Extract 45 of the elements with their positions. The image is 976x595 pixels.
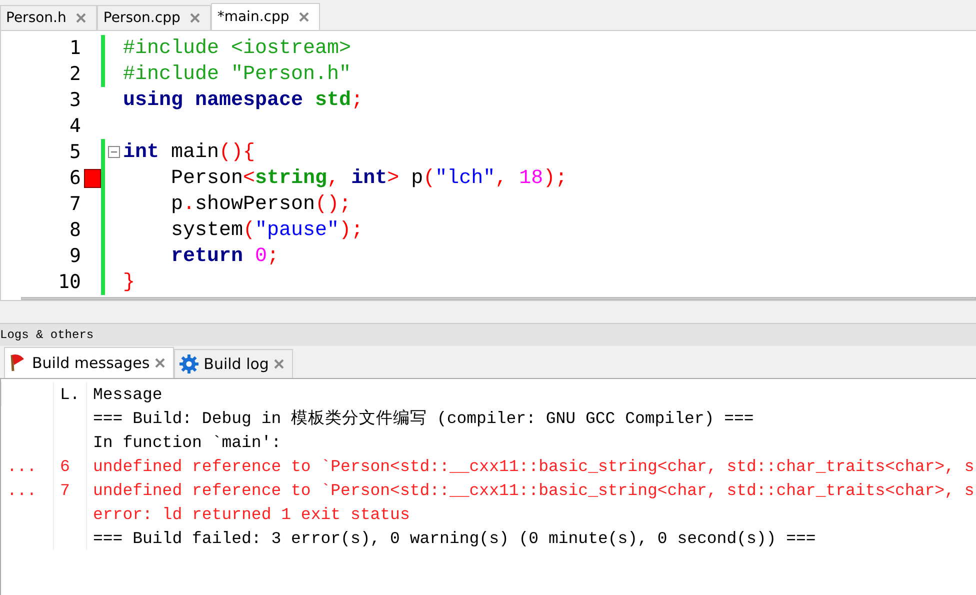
table-cell-text: ... bbox=[6, 480, 38, 502]
line-number: 8 bbox=[68, 219, 81, 241]
panel-title: Logs & others bbox=[0, 324, 976, 346]
log-message: undefined reference to `Person<std::__cxx11::basic_string<char, std::char_traits<char>, s bbox=[86, 454, 976, 478]
gear-icon bbox=[178, 354, 199, 374]
code-line: } bbox=[123, 270, 136, 294]
line-number: 3 bbox=[68, 89, 81, 111]
log-message: === Build: Debug in 模板类分文件编写 (compiler: GNU GCC Compiler) === bbox=[86, 406, 976, 430]
line-number: 1 bbox=[68, 37, 81, 59]
code-line: #include <iostream> bbox=[123, 36, 352, 60]
line-number: 6 bbox=[68, 167, 81, 189]
log-message: In function `main': bbox=[86, 430, 976, 454]
column-header: L. bbox=[53, 382, 86, 406]
column-header: Message bbox=[86, 382, 976, 406]
table-cell: 6 bbox=[53, 454, 86, 478]
table-cell: 7 bbox=[53, 478, 86, 502]
line-number: 2 bbox=[68, 63, 81, 85]
code-line: using namespace std; bbox=[123, 88, 364, 112]
close-icon[interactable] bbox=[76, 13, 86, 23]
line-number: 7 bbox=[68, 193, 81, 215]
code-line: Person<string, int> p("lch", 18); bbox=[170, 166, 568, 190]
table-cell-text: ... bbox=[6, 456, 38, 478]
code-line: int main(){ bbox=[123, 140, 256, 164]
editor-tab[interactable]: Person.cpp bbox=[97, 5, 212, 30]
log-message: undefined reference to `Person<std::__cxx11::basic_string<char, std::char_traits<char>, s bbox=[86, 478, 976, 502]
close-icon[interactable] bbox=[299, 12, 310, 22]
code-line: return 0; bbox=[170, 244, 280, 268]
close-icon[interactable] bbox=[154, 358, 165, 368]
code-line: system("pause"); bbox=[170, 218, 364, 242]
code-line: #include "Person.h" bbox=[123, 62, 352, 86]
log-message: error: ld returned 1 exit status bbox=[86, 502, 976, 526]
log-tab[interactable]: Build messages bbox=[4, 347, 174, 378]
line-number: 4 bbox=[68, 115, 81, 137]
log-tab[interactable]: Build log bbox=[174, 349, 293, 378]
line-number: 9 bbox=[68, 245, 81, 267]
fold-icon[interactable] bbox=[108, 146, 120, 158]
close-icon[interactable] bbox=[190, 13, 200, 23]
code-line: p.showPerson(); bbox=[170, 192, 352, 216]
log-message: === Build failed: 3 error(s), 0 warning(s) (0 minute(s), 0 second(s)) === bbox=[86, 526, 976, 550]
editor-tab[interactable]: *main.cpp bbox=[211, 3, 320, 30]
scrollbar[interactable] bbox=[21, 297, 976, 300]
close-icon[interactable] bbox=[274, 359, 284, 369]
editor-tab[interactable]: Person.h bbox=[0, 5, 98, 30]
line-number: 5 bbox=[68, 141, 81, 163]
line-number: 10 bbox=[57, 271, 81, 293]
